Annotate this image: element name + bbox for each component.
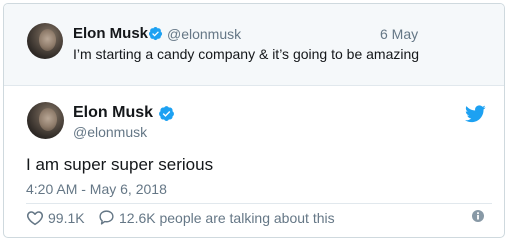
heart-icon <box>26 209 44 227</box>
speech-bubble-icon <box>98 209 115 226</box>
conversation-count: 12.6K people are talking about this <box>119 209 335 226</box>
author-name[interactable]: Elon Musk <box>73 104 153 122</box>
twitter-bird-icon[interactable] <box>464 105 486 123</box>
tweet-timestamp[interactable]: 4:20 AM - May 6, 2018 <box>26 181 167 197</box>
like-button[interactable]: 99.1K <box>26 209 85 227</box>
parent-tweet[interactable]: Elon Musk @elonmusk 6 May I’m starting a… <box>4 4 504 86</box>
like-count: 99.1K <box>48 210 85 226</box>
author-avatar[interactable] <box>27 102 64 139</box>
author-handle[interactable]: @elonmusk <box>73 124 147 140</box>
verified-badge-icon <box>158 105 175 122</box>
verified-badge-icon <box>148 26 163 41</box>
info-icon[interactable] <box>471 209 485 223</box>
parent-avatar[interactable] <box>27 23 63 59</box>
embedded-tweet-card: Elon Musk @elonmusk 6 May I’m starting a… <box>3 3 505 238</box>
parent-handle[interactable]: @elonmusk <box>167 26 241 42</box>
parent-author-name[interactable]: Elon Musk <box>73 25 148 42</box>
tweet-text: I am super super serious <box>26 155 214 174</box>
avatar-face <box>39 108 57 131</box>
parent-date[interactable]: 6 May <box>380 26 418 42</box>
parent-tweet-text: I’m starting a candy company & it’s goin… <box>73 46 420 62</box>
reply-conversation-button[interactable]: 12.6K people are talking about this <box>98 209 335 226</box>
divider <box>26 203 492 204</box>
avatar-face <box>39 29 56 51</box>
